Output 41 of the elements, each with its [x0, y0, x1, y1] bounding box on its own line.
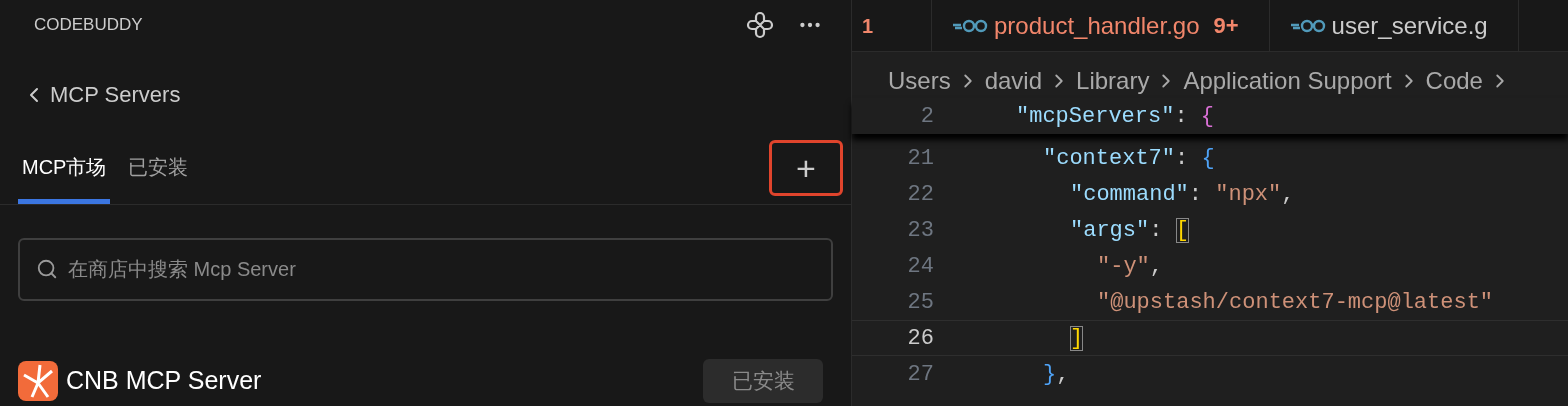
line-number: 26 — [906, 324, 934, 353]
editor-tab[interactable]: product_handler.go 9+ — [932, 0, 1270, 51]
code-text: "context7": { — [1043, 144, 1215, 173]
add-button[interactable]: + — [769, 140, 843, 196]
tab[interactable]: 已安装 — [124, 135, 193, 204]
go-file-icon — [952, 18, 988, 33]
code-text: "args": [ — [1070, 216, 1189, 245]
tab[interactable]: MCP市场 — [18, 135, 111, 204]
loop-icon[interactable] — [745, 10, 775, 40]
line-number: 2 — [919, 102, 934, 131]
line-number: 23 — [906, 216, 934, 245]
code-text: "mcpServers": { — [1016, 102, 1215, 131]
editor-tab[interactable]: 1 — [852, 0, 932, 51]
search-field[interactable]: 在商店中搜索 Mcp Server — [18, 238, 833, 301]
install-button[interactable]: 已安装 — [703, 359, 823, 403]
code-text: "@upstash/context7-mcp@latest" — [1097, 288, 1494, 317]
code-text: "-y", — [1097, 252, 1163, 281]
editor-tab[interactable]: user_service.g — [1269, 0, 1519, 51]
tab-label: user_service.g — [1331, 10, 1488, 41]
problem-count: 9+ — [1213, 12, 1239, 40]
breadcrumb[interactable]: david — [984, 63, 1043, 99]
breadcrumb[interactable]: Users — [888, 63, 951, 99]
server-logo-icon — [18, 361, 58, 401]
tab-label: product_handler.go — [994, 10, 1200, 41]
line-number: 25 — [906, 288, 934, 317]
line-number: 27 — [906, 360, 934, 389]
code-text: }, — [1043, 360, 1070, 389]
code-text: "command": "npx", — [1070, 180, 1295, 209]
tab-label: 1 — [862, 13, 874, 39]
go-file-icon — [1289, 18, 1326, 33]
line-number: 22 — [906, 180, 934, 209]
line-number: 21 — [906, 144, 934, 173]
code-text: ] — [1070, 324, 1084, 353]
search-icon — [36, 258, 58, 280]
line-number: 24 — [906, 252, 934, 281]
breadcrumb[interactable]: Library — [1076, 63, 1150, 99]
back-link[interactable]: MCP Servers — [22, 78, 181, 111]
panel-title: CODEBUDDY — [34, 14, 143, 37]
breadcrumb[interactable]: Application Support — [1183, 63, 1392, 99]
breadcrumb[interactable]: Code — [1425, 63, 1483, 99]
server-name: CNB MCP Server — [66, 365, 262, 397]
